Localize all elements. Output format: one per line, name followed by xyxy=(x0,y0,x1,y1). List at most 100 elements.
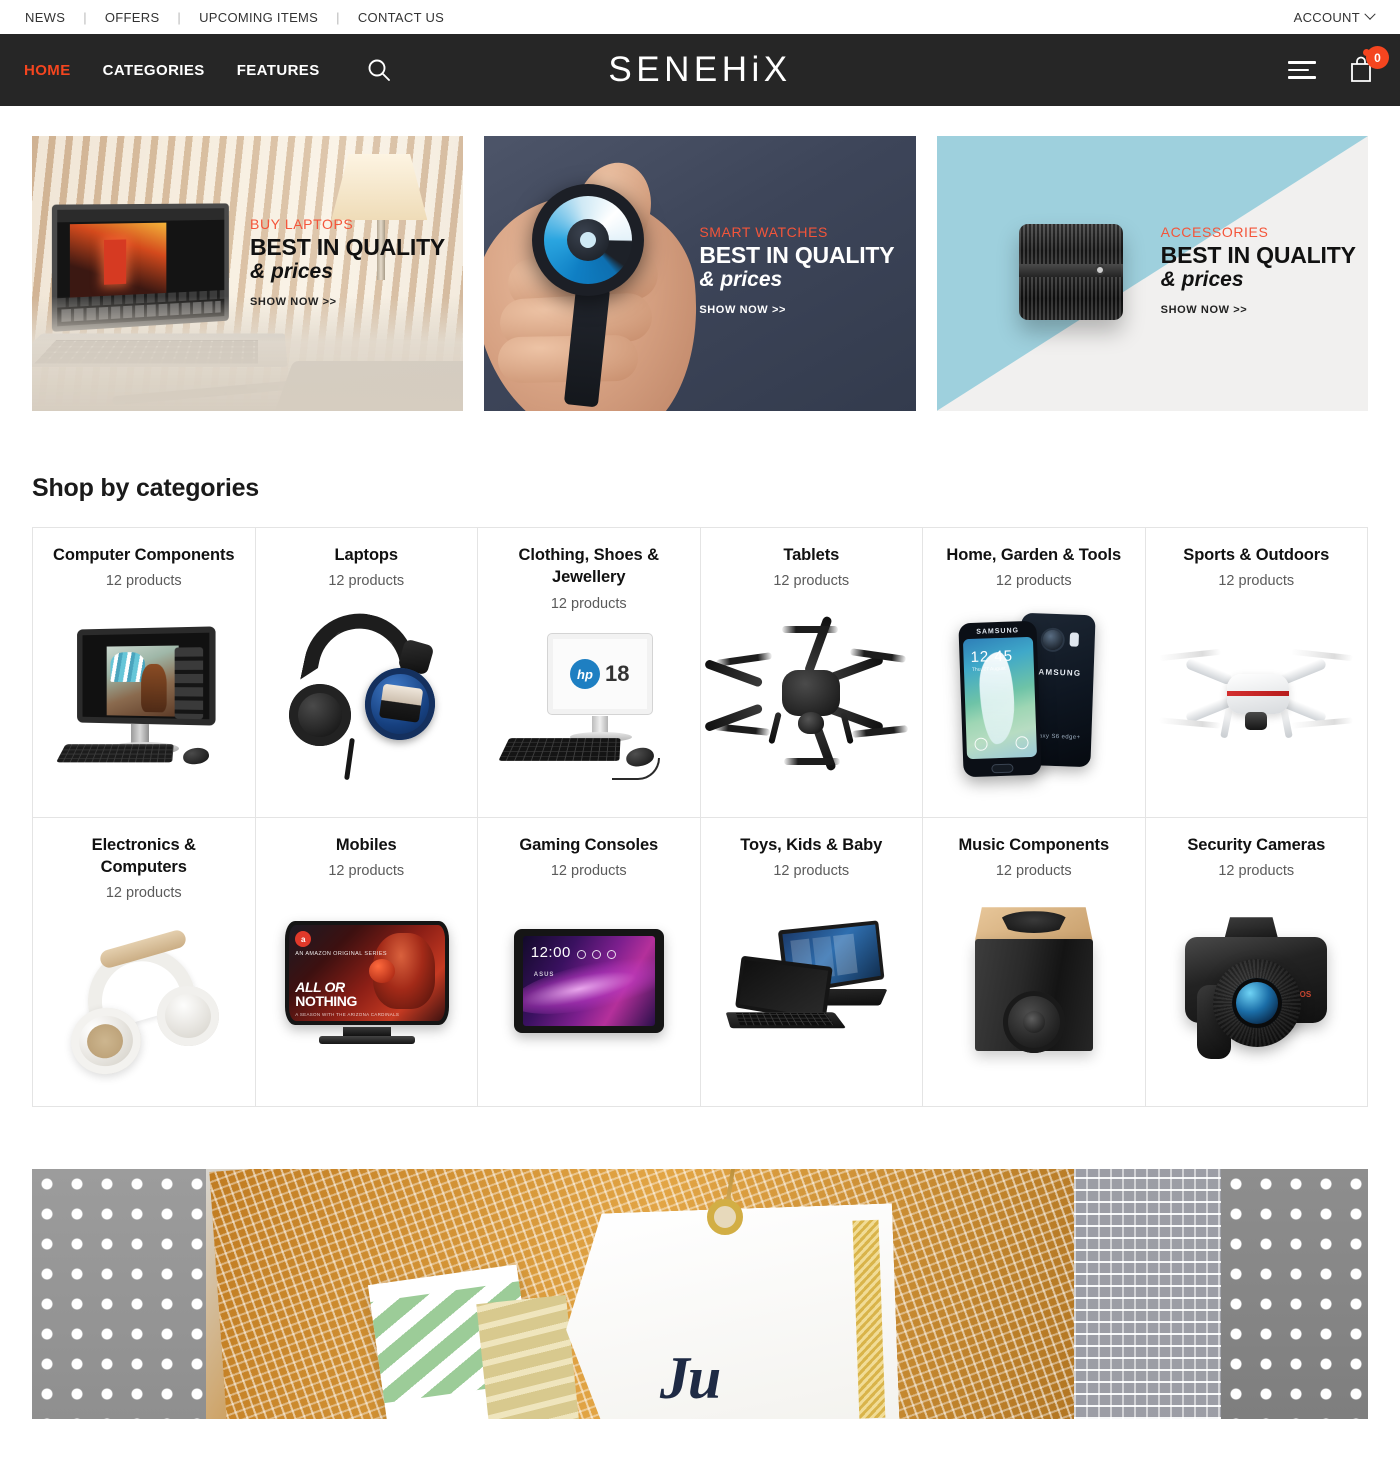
category-image: 12:00 ASUS xyxy=(488,895,690,1070)
promo-subtitle: & prices xyxy=(250,259,333,283)
category-name: Mobiles xyxy=(335,835,397,854)
grid-pattern-swatch xyxy=(1074,1169,1222,1420)
category-card-computer-components[interactable]: Computer Components 12 products xyxy=(33,528,256,818)
category-card-tablets[interactable]: Tablets 12 products xyxy=(700,528,923,818)
category-product-count: 12 products xyxy=(105,885,182,902)
tv-title-line-2: NOTHING xyxy=(295,993,358,1010)
category-image xyxy=(933,895,1135,1070)
promo-banner-laptops[interactable]: BUY LAPTOPS BEST IN QUALITY & prices SHO… xyxy=(32,136,464,411)
category-image xyxy=(704,605,913,780)
nav-item-categories[interactable]: CATEGORIES xyxy=(103,62,205,79)
promo-cta-link[interactable]: SHOW NOW >> xyxy=(1161,304,1356,316)
nav-actions: 0 xyxy=(1288,46,1389,85)
category-product-count: 12 products xyxy=(1218,573,1295,590)
topbar-separator: | xyxy=(336,9,340,25)
category-image xyxy=(711,895,913,1070)
category-card-gaming-consoles[interactable]: Gaming Consoles 12 products 12:00 ASUS xyxy=(478,817,701,1108)
category-card-laptops[interactable]: Laptops 12 products xyxy=(255,528,478,818)
promo-cta-link[interactable]: SHOW NOW >> xyxy=(699,304,894,316)
category-name: Gaming Consoles xyxy=(519,835,659,854)
category-product-count: 12 products xyxy=(773,862,850,879)
hamburger-icon[interactable] xyxy=(1288,61,1316,79)
promo-title: BEST IN QUALITY xyxy=(699,242,895,268)
tv-tagline: AN AMAZON ORIGINAL SERIES xyxy=(295,951,387,958)
promo-subtitle: & prices xyxy=(1160,267,1244,291)
hp-model-number: 18 xyxy=(605,661,630,687)
topbar-separator: | xyxy=(83,9,87,25)
category-image: Canon EOS xyxy=(1156,895,1358,1070)
polka-dot-pattern-right xyxy=(1221,1169,1368,1420)
category-card-toys-kids-baby[interactable]: Toys, Kids & Baby 12 products xyxy=(700,817,923,1108)
topbar-separator: | xyxy=(177,9,182,25)
promo-banner-accessories[interactable]: ACCESSORIES BEST IN QUALITY & prices SHO… xyxy=(936,136,1368,411)
category-name: Music Components xyxy=(958,835,1110,854)
account-label: ACCOUNT xyxy=(1293,9,1360,25)
tablet-clock: 12:00 xyxy=(530,944,571,962)
gift-tag-eyelet xyxy=(706,1199,743,1236)
promo-copy-block: SMART WATCHES BEST IN QUALITY & prices S… xyxy=(699,224,894,316)
chevron-down-icon xyxy=(1364,8,1376,20)
account-menu[interactable]: ACCOUNT xyxy=(1293,8,1376,25)
promo-banner-row: BUY LAPTOPS BEST IN QUALITY & prices SHO… xyxy=(32,106,1368,411)
main-navbar: HOME CATEGORIES FEATURES SENEHiX 0 xyxy=(0,34,1400,106)
category-image xyxy=(43,605,245,780)
promo-cta-link[interactable]: SHOW NOW >> xyxy=(250,296,445,308)
page-content: BUY LAPTOPS BEST IN QUALITY & prices SHO… xyxy=(0,106,1400,1108)
category-product-count: 12 products xyxy=(328,573,405,590)
smartwatch-graphic xyxy=(532,184,645,296)
promo-kicker: BUY LAPTOPS xyxy=(250,216,354,232)
top-utility-bar: NEWS | OFFERS | UPCOMING ITEMS | CONTACT… xyxy=(0,0,1400,34)
cart-count-badge: 0 xyxy=(1366,46,1389,69)
category-image: hp 18 xyxy=(488,628,690,803)
category-product-count: 12 products xyxy=(550,862,627,879)
search-button[interactable] xyxy=(366,57,392,83)
category-card-electronics-computers[interactable]: Electronics & Computers 12 products xyxy=(33,817,256,1108)
gift-tag-script-text: Ju xyxy=(659,1345,721,1412)
phone-clock: 12 45 xyxy=(969,647,1014,666)
nav-item-home[interactable]: HOME xyxy=(24,62,71,79)
topbar-link-upcoming-items[interactable]: UPCOMING ITEMS xyxy=(198,10,319,25)
cart-button[interactable]: 0 xyxy=(1346,46,1389,85)
camera-lens-graphic xyxy=(1018,224,1123,320)
topbar-link-news[interactable]: NEWS xyxy=(24,10,66,25)
category-name: Tablets xyxy=(783,546,840,564)
category-product-count: 12 products xyxy=(105,573,182,590)
category-product-count: 12 products xyxy=(328,862,405,879)
promo-banner-smart-watches[interactable]: SMART WATCHES BEST IN QUALITY & prices S… xyxy=(484,136,916,411)
topbar-link-offers[interactable]: OFFERS xyxy=(104,10,161,25)
phone-front-graphic: SAMSUNG 12 45 Thu, 27 August xyxy=(958,620,1042,778)
tv-subtitle: A SEASON WITH THE ARIZONA CARDINALS xyxy=(295,1012,400,1018)
category-card-sports-outdoors[interactable]: Sports & Outdoors 12 products xyxy=(1145,528,1368,818)
category-image: a AN AMAZON ORIGINAL SERIES ALL OR NOTHI… xyxy=(266,895,468,1070)
promo-title: BEST IN QUALITY xyxy=(1160,242,1356,268)
category-product-count: 12 products xyxy=(1218,862,1295,879)
category-name: Laptops xyxy=(334,546,399,564)
promo-kicker: ACCESSORIES xyxy=(1160,224,1269,240)
promo-title: BEST IN QUALITY xyxy=(250,234,446,260)
phone-date: Thu, 27 August xyxy=(971,665,1006,673)
bottom-promo-banner[interactable]: Ju xyxy=(32,1169,1368,1420)
category-card-music-components[interactable]: Music Components 12 products xyxy=(923,817,1146,1108)
phone-brand-label: SAMSUNG xyxy=(975,627,1019,636)
category-name: Clothing, Shoes & Jewellery xyxy=(518,546,659,587)
category-card-mobiles[interactable]: Mobiles 12 products a AN AMAZON ORIGINAL… xyxy=(255,817,478,1108)
category-product-count: 12 products xyxy=(773,573,850,590)
hp-logo: hp xyxy=(570,659,600,690)
nav-item-features[interactable]: FEATURES xyxy=(237,62,320,79)
category-product-count: 12 products xyxy=(995,862,1072,879)
category-name: Security Cameras xyxy=(1187,835,1326,854)
topbar-link-contact-us[interactable]: CONTACT US xyxy=(357,10,445,25)
logo-text: SENEHiX xyxy=(608,50,792,89)
category-image xyxy=(43,917,245,1092)
white-gift-tag xyxy=(562,1203,900,1419)
category-name: Toys, Kids & Baby xyxy=(740,835,883,854)
top-utility-links: NEWS | OFFERS | UPCOMING ITEMS | CONTACT… xyxy=(24,10,445,25)
category-card-security-cameras[interactable]: Security Cameras 12 products Canon EOS xyxy=(1145,817,1368,1108)
category-card-home-garden-tools[interactable]: Home, Garden & Tools 12 products SAMSUNG… xyxy=(923,528,1146,818)
search-icon xyxy=(368,59,390,81)
category-card-clothing-shoes-jewellery[interactable]: Clothing, Shoes & Jewellery 12 products … xyxy=(478,528,701,818)
category-name: Sports & Outdoors xyxy=(1183,546,1330,564)
category-grid: Computer Components 12 products Laptops … xyxy=(32,527,1368,1108)
desk-gradient-overlay xyxy=(32,295,464,411)
promo-kicker: SMART WATCHES xyxy=(699,224,828,240)
